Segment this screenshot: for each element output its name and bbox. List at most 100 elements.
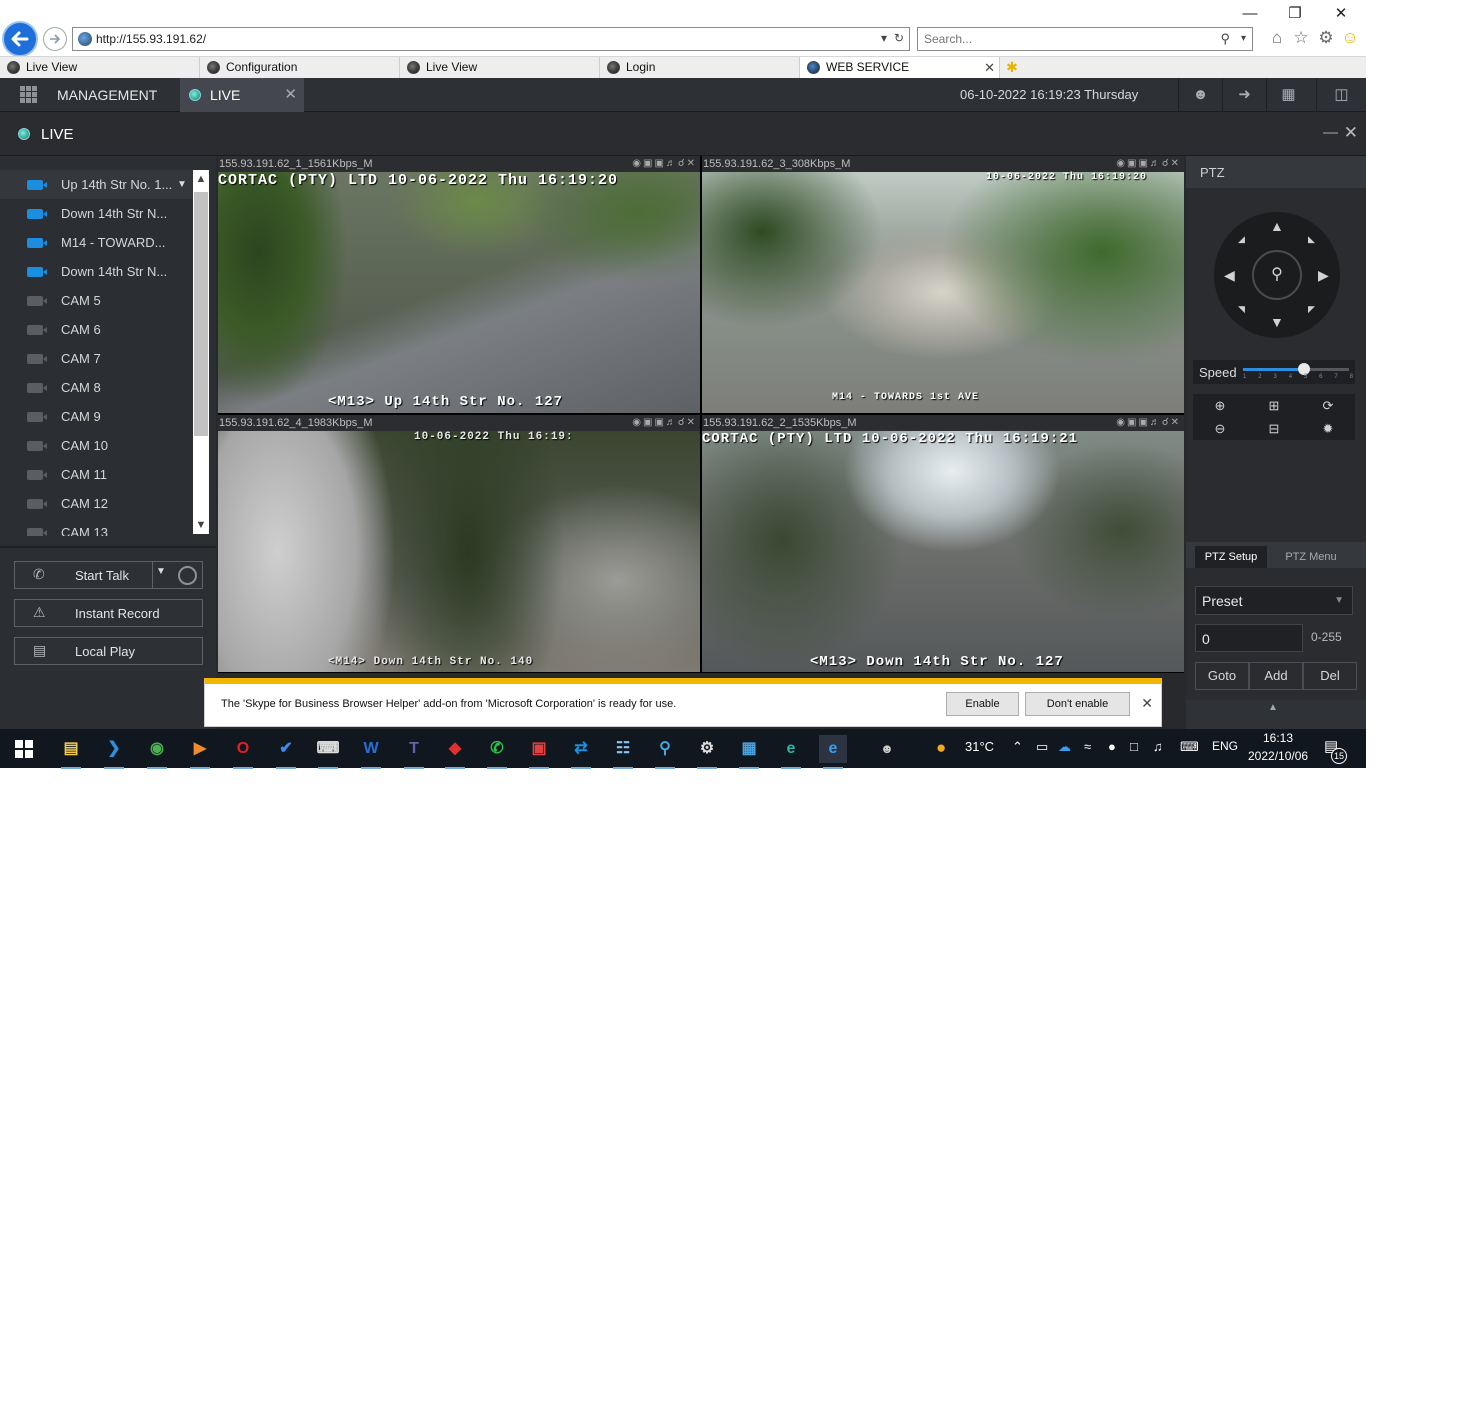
camera-list-item[interactable]: CAM 6 (0, 315, 193, 344)
instant-record-button[interactable]: ⚠ Instant Record (14, 599, 203, 627)
weather-temperature[interactable]: 31°C (965, 739, 994, 754)
tab-ptz-menu[interactable]: PTZ Menu (1276, 546, 1346, 568)
dont-enable-button[interactable]: Don't enable (1025, 692, 1130, 716)
delete-button[interactable]: Del (1303, 662, 1357, 690)
ptz-direction-pad[interactable]: ▲ ▼ ◀ ▶ ◢ ◣ ◥ ◤ ⚲ (1214, 212, 1340, 338)
add-button[interactable]: Add (1249, 662, 1303, 690)
whatsapp-icon[interactable]: ✆ (483, 735, 511, 769)
control-panel-icon[interactable]: ▦ (735, 735, 763, 769)
logout-icon[interactable]: ➜ (1222, 78, 1266, 112)
search-input[interactable] (924, 29, 1204, 49)
pane-controls-icons[interactable]: ◉▣▣♬☌✕ (632, 415, 697, 431)
scrollbar-thumb[interactable] (194, 192, 208, 436)
settings-gear-icon[interactable]: ⚙ (1315, 28, 1337, 50)
camera-list-item[interactable]: CAM 13 (0, 518, 193, 536)
opera-icon[interactable]: O (229, 735, 257, 769)
user-icon[interactable]: ☻ (1178, 78, 1222, 112)
keyboard-icon[interactable]: ⌨ (1180, 739, 1199, 755)
record-indicator-icon[interactable] (178, 566, 197, 585)
settings-icon[interactable]: ⚙ (693, 735, 721, 769)
scroll-down-icon[interactable]: ▼ (193, 516, 209, 534)
qr-code-icon[interactable]: ▦ (1266, 78, 1310, 112)
clock-time[interactable]: 16:13 (1263, 731, 1293, 745)
volume-icon[interactable]: ♫ (1153, 739, 1163, 754)
pane-controls-icons[interactable]: ◉▣▣♬☌✕ (1116, 415, 1181, 431)
collapse-up-icon[interactable]: ▲ (1268, 702, 1278, 713)
address-bar[interactable]: http://155.93.191.62/ ▾ ↻ (72, 27, 910, 51)
pan-down-left-icon[interactable]: ◥ (1238, 304, 1245, 315)
fullscreen-icon[interactable]: ◫ (1316, 78, 1366, 112)
preset-select[interactable]: Preset ▼ (1195, 586, 1353, 615)
address-url[interactable]: http://155.93.191.62/ (96, 32, 206, 46)
goto-button[interactable]: Goto (1195, 662, 1249, 690)
favorites-star-icon[interactable]: ☆ (1290, 28, 1312, 50)
camera-list-item[interactable]: CAM 7 (0, 344, 193, 373)
pan-up-left-icon[interactable]: ◢ (1238, 234, 1245, 245)
acrobat-icon[interactable]: ◆ (441, 735, 469, 769)
browser-tab[interactable]: Login (600, 57, 800, 79)
pan-up-icon[interactable]: ▲ (1270, 218, 1284, 234)
focus-far-icon[interactable]: ⊟ (1247, 417, 1301, 440)
minimize-panel-icon[interactable]: — (1323, 124, 1338, 141)
speed-slider[interactable] (1243, 363, 1349, 375)
vscode-icon[interactable]: ❯ (100, 735, 128, 769)
pan-down-right-icon[interactable]: ◤ (1308, 304, 1315, 315)
close-live-tab-icon[interactable]: ✕ (284, 85, 297, 103)
camera-list-item[interactable]: CAM 5 (0, 286, 193, 315)
battery-icon[interactable]: ▭ (1036, 739, 1048, 755)
pan-up-right-icon[interactable]: ◣ (1308, 234, 1315, 245)
pan-down-icon[interactable]: ▼ (1270, 314, 1284, 330)
back-button[interactable] (2, 21, 38, 57)
wifi-icon[interactable]: ≈ (1084, 739, 1091, 754)
browser-tab[interactable]: Configuration (200, 57, 400, 79)
video-pane-3[interactable]: 155.93.191.62_4_1983Kbps_M ◉▣▣♬☌✕ 10-06-2… (218, 415, 700, 672)
camera-list-item[interactable]: Down 14th Str N... (0, 257, 193, 286)
tab-live[interactable]: LIVE ✕ (180, 78, 304, 112)
camera-list-item[interactable]: CAM 11 (0, 460, 193, 489)
language-indicator[interactable]: ENG (1212, 739, 1238, 753)
teams-icon[interactable]: T (400, 735, 428, 769)
pan-left-icon[interactable]: ◀ (1224, 267, 1235, 284)
browser-tab[interactable]: Live View (400, 57, 600, 79)
close-notification-icon[interactable]: ✕ (1141, 695, 1153, 712)
clock-date[interactable]: 2022/10/06 (1248, 749, 1308, 763)
microphone-icon[interactable]: ● (1108, 739, 1116, 754)
file-explorer-icon[interactable]: ▤ (57, 735, 85, 769)
camera-list-item[interactable]: M14 - TOWARD... (0, 228, 193, 257)
zoom-out-icon[interactable]: ⊖ (1193, 417, 1247, 440)
tab-ptz-setup[interactable]: PTZ Setup (1195, 546, 1267, 568)
close-panel-icon[interactable]: ✕ (1344, 123, 1358, 143)
browser-tab[interactable]: Live View (0, 57, 200, 79)
people-icon[interactable]: ☻ (873, 735, 901, 763)
search-dropdown-icon[interactable]: ▾ (1241, 33, 1246, 44)
search-icon[interactable]: ⚲ (1220, 31, 1230, 47)
internet-explorer-icon[interactable]: e (819, 735, 847, 769)
network-tool-icon[interactable]: ☷ (609, 735, 637, 769)
video-pane-1[interactable]: 155.93.191.62_1_1561Kbps_M ◉▣▣♬☌✕ CORTAC … (218, 156, 700, 413)
word-icon[interactable]: W (357, 735, 385, 769)
focus-near-icon[interactable]: ⊞ (1247, 394, 1301, 417)
onedrive-icon[interactable]: ☁ (1058, 739, 1071, 755)
camera-list-item[interactable]: CAM 8 (0, 373, 193, 402)
forward-button[interactable] (43, 27, 67, 51)
camera-list-item[interactable]: Up 14th Str No. 1... ▼ (0, 170, 193, 199)
smiley-feedback-icon[interactable]: ☺ (1339, 28, 1361, 50)
address-dropdown-icon[interactable]: ▾ (881, 31, 887, 45)
iris-open-icon[interactable]: ⟳ (1301, 394, 1355, 417)
camera-list-item[interactable]: CAM 10 (0, 431, 193, 460)
pan-right-icon[interactable]: ▶ (1318, 267, 1329, 284)
pane-controls-icons[interactable]: ◉▣▣♬☌✕ (632, 156, 697, 172)
ptz-focus-center-icon[interactable]: ⚲ (1252, 250, 1302, 300)
camera-list-item[interactable]: Down 14th Str N... (0, 199, 193, 228)
camera-tray-icon[interactable]: □ (1130, 739, 1138, 754)
enable-button[interactable]: Enable (946, 692, 1019, 716)
zoom-in-icon[interactable]: ⊕ (1193, 394, 1247, 417)
close-tab-icon[interactable]: ✕ (984, 57, 995, 78)
chrome-icon[interactable]: ◉ (143, 735, 171, 769)
browser-tab-active[interactable]: WEB SERVICE ✕ (800, 57, 1000, 79)
news-icon[interactable]: ▣ (525, 735, 553, 769)
teamviewer-icon[interactable]: ⇄ (567, 735, 595, 769)
local-play-button[interactable]: ▤ Local Play (14, 637, 203, 665)
new-tab-button[interactable]: ✱ (1001, 57, 1023, 79)
refresh-icon[interactable]: ↻ (894, 31, 904, 45)
